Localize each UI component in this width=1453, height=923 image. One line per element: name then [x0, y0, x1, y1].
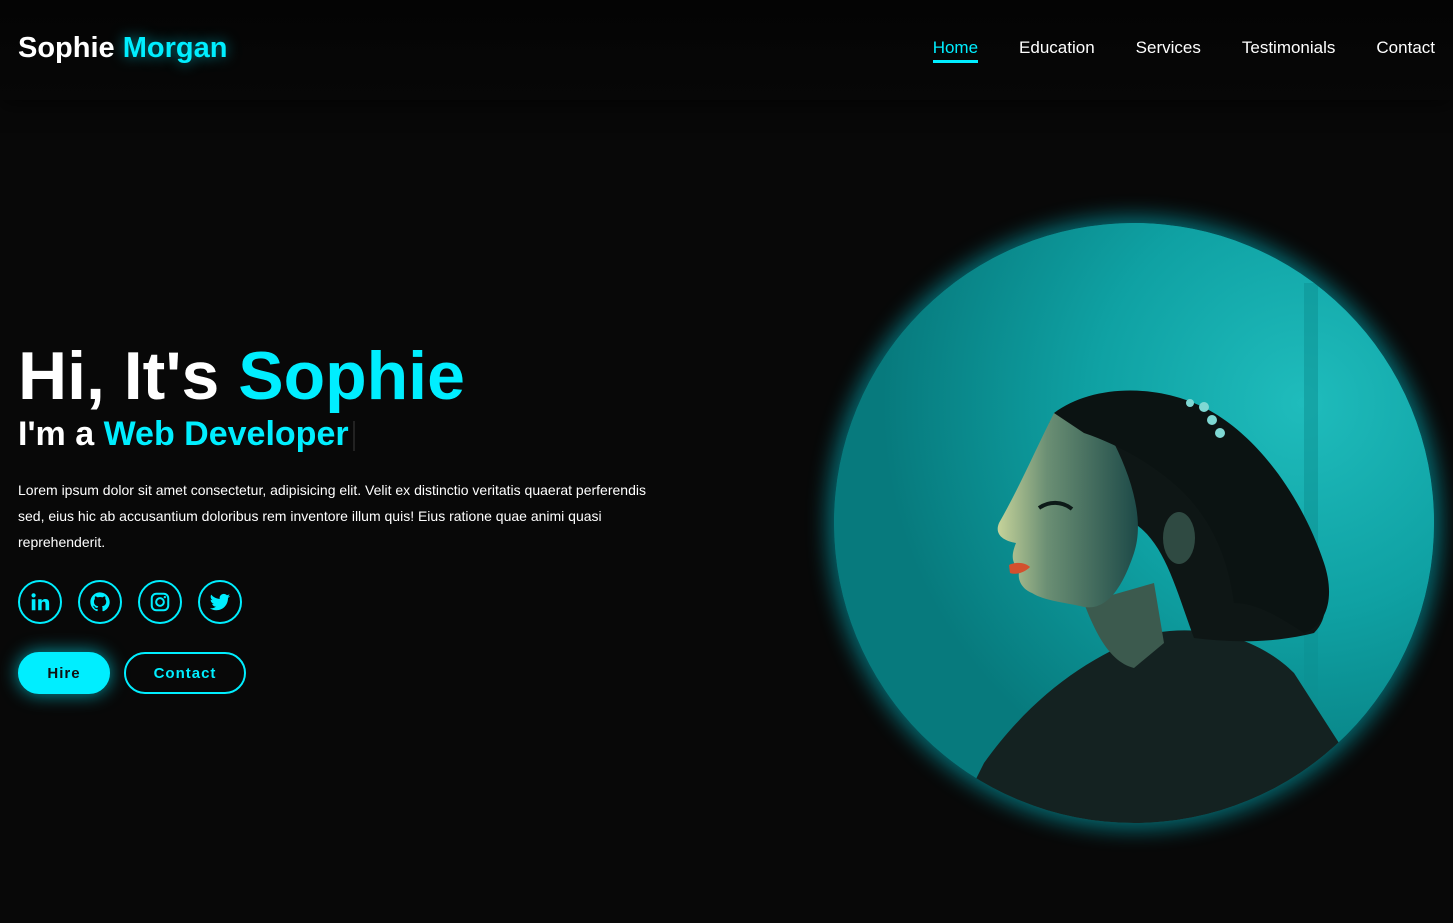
hire-button[interactable]: Hire — [18, 652, 110, 694]
hero-role: I'm a Web Developer — [18, 414, 678, 454]
hero-heading: Hi, It's Sophie — [18, 338, 678, 414]
contact-button[interactable]: Contact — [124, 652, 246, 694]
hero-content: Hi, It's Sophie I'm a Web Developer Lore… — [18, 338, 678, 569]
logo-last-name: Morgan — [122, 32, 228, 64]
hero-name: Sophie — [238, 338, 465, 414]
linkedin-link[interactable] — [18, 580, 62, 624]
nav-item-contact[interactable]: Contact — [1376, 38, 1435, 63]
twitter-icon — [209, 593, 231, 611]
site-header: Sophie Morgan Home Education Services Te… — [0, 0, 1453, 100]
instagram-link[interactable] — [138, 580, 182, 624]
twitter-link[interactable] — [198, 580, 242, 624]
github-icon — [90, 592, 110, 612]
profile-photo-illustration — [834, 223, 1434, 823]
hero-description: Lorem ipsum dolor sit amet consectetur, … — [18, 482, 646, 550]
github-link[interactable] — [78, 580, 122, 624]
profile-photo — [834, 223, 1434, 823]
linkedin-icon — [31, 593, 50, 611]
role-prefix: I'm a — [18, 415, 95, 453]
hero-buttons: Hire Contact — [18, 652, 246, 694]
instagram-icon — [150, 592, 170, 612]
role-title: Web Developer — [103, 415, 349, 453]
logo-first-name: Sophie — [18, 32, 115, 64]
hero-greeting: Hi, It's — [18, 338, 220, 414]
site-logo[interactable]: Sophie Morgan — [18, 30, 227, 66]
nav-item-testimonials[interactable]: Testimonials — [1242, 38, 1336, 63]
typing-caret — [352, 421, 355, 452]
nav-item-education[interactable]: Education — [1019, 38, 1095, 63]
main-nav: Home Education Services Testimonials Con… — [932, 38, 1435, 63]
nav-item-services[interactable]: Services — [1136, 38, 1201, 63]
nav-item-home[interactable]: Home — [932, 38, 979, 63]
social-links — [18, 580, 242, 624]
